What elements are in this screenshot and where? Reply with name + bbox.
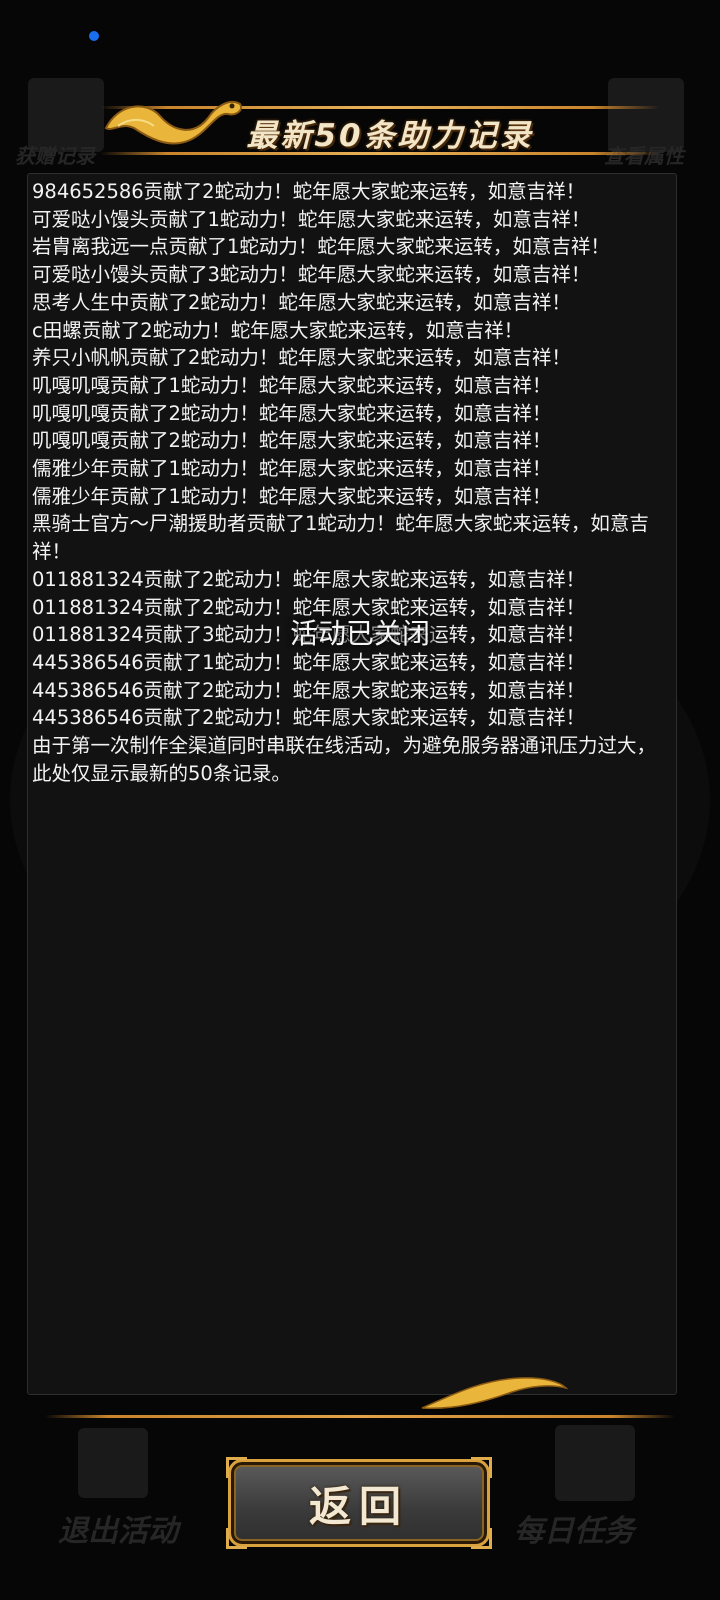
corner-ornament <box>226 1457 247 1478</box>
records-list: 984652586贡献了2蛇动力！蛇年愿大家蛇来运转，如意吉祥！ 可爱哒小馒头贡献… <box>28 174 676 787</box>
record-line: 可爱哒小馒头贡献了1蛇动力！蛇年愿大家蛇来运转，如意吉祥！ <box>32 207 591 231</box>
record-line: 儒雅少年贡献了1蛇动力！蛇年愿大家蛇来运转，如意吉祥！ <box>32 457 552 481</box>
corner-ornament <box>226 1528 247 1549</box>
daily-task-label: 每日任务 <box>514 1514 634 1549</box>
record-line: 445386546贡献了1蛇动力！蛇年愿大家蛇来运转，如意吉祥！ <box>32 650 586 674</box>
record-line: 011881324贡献了2蛇动力！蛇年愿大家蛇来运转，如意吉祥！ <box>32 567 586 591</box>
status-indicator-dot <box>89 31 99 41</box>
title-banner: 最新50条助力记录 <box>40 76 680 166</box>
record-line: 叽嘎叽嘎贡献了1蛇动力！蛇年愿大家蛇来运转，如意吉祥！ <box>32 373 552 397</box>
record-line: 儒雅少年贡献了1蛇动力！蛇年愿大家蛇来运转，如意吉祥！ <box>32 484 552 508</box>
record-line: 叽嘎叽嘎贡献了2蛇动力！蛇年愿大家蛇来运转，如意吉祥！ <box>32 429 552 453</box>
bottom-divider <box>45 1415 675 1418</box>
toast-message: 活动已关闭 <box>0 612 720 652</box>
record-line: 984652586贡献了2蛇动力！蛇年愿大家蛇来运转，如意吉祥！ <box>32 180 586 203</box>
record-line: 黑骑士官方～尸潮援助者贡献了1蛇动力！蛇年愿大家蛇来运转，如意吉祥！ <box>32 512 649 564</box>
exit-event-label: 退出活动 <box>58 1514 178 1549</box>
snake-tail-icon <box>421 1377 569 1410</box>
back-button-label: 返回 <box>308 1481 409 1531</box>
exit-event-icon <box>78 1428 148 1498</box>
record-line: 可爱哒小馒头贡献了3蛇动力！蛇年愿大家蛇来运转，如意吉祥！ <box>32 263 591 287</box>
record-line: 岩胄离我远一点贡献了1蛇动力！蛇年愿大家蛇来运转，如意吉祥！ <box>32 235 610 259</box>
record-line: 叽嘎叽嘎贡献了2蛇动力！蛇年愿大家蛇来运转，如意吉祥！ <box>32 401 552 425</box>
daily-task-icon <box>555 1425 635 1501</box>
corner-ornament <box>471 1457 492 1478</box>
record-line: 养只小帆帆贡献了2蛇动力！蛇年愿大家蛇来运转，如意吉祥！ <box>32 346 571 370</box>
record-line: 445386546贡献了2蛇动力！蛇年愿大家蛇来运转，如意吉祥！ <box>32 706 586 730</box>
back-button[interactable]: 返回 <box>226 1457 492 1549</box>
records-panel[interactable]: 984652586贡献了2蛇动力！蛇年愿大家蛇来运转，如意吉祥！ 可爱哒小馒头贡献… <box>27 173 677 1395</box>
record-line: c田螺贡献了2蛇动力！蛇年愿大家蛇来运转，如意吉祥！ <box>32 318 524 342</box>
record-line: 思考人生中贡献了2蛇动力！蛇年愿大家蛇来运转，如意吉祥！ <box>32 290 571 314</box>
page-title: 最新50条助力记录 <box>246 118 534 154</box>
record-line: 445386546贡献了2蛇动力！蛇年愿大家蛇来运转，如意吉祥！ <box>32 678 586 702</box>
corner-ornament <box>471 1528 492 1549</box>
records-note: 由于第一次制作全渠道同时串联在线活动，为避免服务器通讯压力过大，此处仅显示最新的… <box>32 734 657 785</box>
